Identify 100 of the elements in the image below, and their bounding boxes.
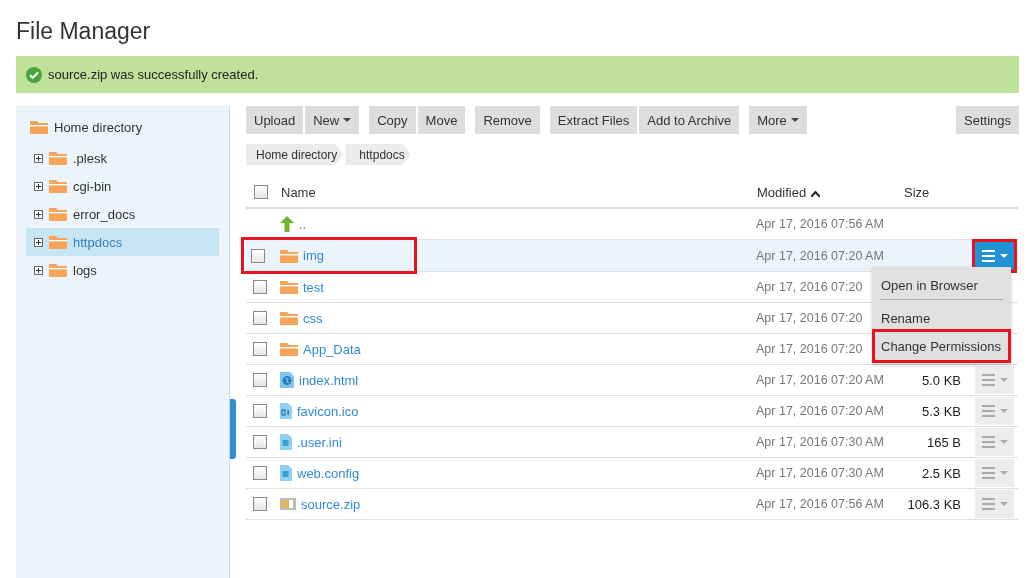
file-link[interactable]: .. <box>280 210 307 238</box>
file-link[interactable]: App_Data <box>280 335 361 363</box>
row-actions-button[interactable] <box>975 428 1014 456</box>
folder-icon <box>280 311 298 325</box>
row-actions-button[interactable] <box>975 241 1014 270</box>
folder-icon <box>280 342 298 356</box>
modified-date: Apr 17, 2016 07:20 AM <box>756 404 884 418</box>
modified-date: Apr 17, 2016 07:20 AM <box>756 373 884 387</box>
file-link[interactable]: test <box>280 273 324 301</box>
modified-date: Apr 17, 2016 07:56 AM <box>756 497 884 511</box>
toolbar-button[interactable]: More <box>749 106 807 134</box>
caret-icon <box>999 440 1008 444</box>
banner-message: source.zip was successfully created. <box>48 67 259 82</box>
caret-icon <box>999 409 1008 413</box>
caret-icon <box>999 378 1008 382</box>
row-actions-button[interactable] <box>975 490 1014 518</box>
check-circle-icon <box>26 66 42 83</box>
row-checkbox[interactable] <box>253 404 267 418</box>
toolbar-button[interactable]: New <box>305 106 360 134</box>
file-link[interactable]: css <box>280 304 323 332</box>
modified-date: Apr 17, 2016 07:56 AM <box>756 217 884 231</box>
row-checkbox[interactable] <box>251 249 265 263</box>
file-size: 2.5 KB <box>921 465 961 481</box>
caret-icon <box>999 253 1008 258</box>
file-link[interactable]: .user.ini <box>280 428 342 456</box>
folder-icon <box>280 280 298 294</box>
modified-date: Apr 17, 2016 07:20 AM <box>756 248 884 263</box>
menu-icon <box>981 249 995 262</box>
menu-icon <box>981 374 995 386</box>
folder-icon <box>49 235 67 249</box>
menu-item[interactable]: Change Permissions <box>875 332 1008 360</box>
tree-root-label: Home directory <box>54 119 143 135</box>
toolbar-button[interactable]: Upload <box>246 106 304 134</box>
file-link[interactable]: web.config <box>280 459 360 487</box>
row-checkbox[interactable] <box>253 342 267 356</box>
file-link[interactable]: favicon.ico <box>280 397 359 425</box>
up-arrow-icon <box>280 216 294 232</box>
file-icon <box>280 434 292 450</box>
file-link[interactable]: source.zip <box>280 490 361 518</box>
file-size: 106.3 KB <box>907 496 961 512</box>
menu-icon <box>981 405 995 417</box>
row-actions-button[interactable] <box>975 397 1014 425</box>
folder-icon <box>49 207 67 221</box>
expand-icon[interactable] <box>34 181 43 191</box>
tree-item[interactable]: logs <box>26 256 219 284</box>
row-checkbox[interactable] <box>253 373 267 387</box>
select-all-checkbox[interactable] <box>254 185 268 199</box>
folder-icon <box>49 179 67 193</box>
toolbar-button[interactable]: Move <box>417 106 466 134</box>
page-title: File Manager <box>16 17 152 46</box>
menu-icon <box>981 467 995 479</box>
modified-date: Apr 17, 2016 07:20 <box>756 342 863 356</box>
folder-icon <box>30 120 48 134</box>
breadcrumb-item[interactable]: Home directory <box>246 144 344 165</box>
file-size: 5.0 KB <box>921 372 961 388</box>
row-checkbox[interactable] <box>253 497 267 511</box>
folder-icon <box>49 263 67 277</box>
tree-item[interactable]: error_docs <box>26 200 219 228</box>
row-checkbox[interactable] <box>253 280 267 294</box>
menu-icon <box>981 498 995 510</box>
modified-date: Apr 17, 2016 07:20 <box>756 311 863 325</box>
file-link[interactable]: index.html <box>280 366 359 394</box>
column-header[interactable]: Name <box>281 184 316 200</box>
folder-icon <box>280 248 298 263</box>
toolbar-button[interactable]: Extract Files <box>549 106 638 134</box>
expand-icon[interactable] <box>34 153 43 163</box>
menu-item[interactable]: Rename <box>875 304 1008 332</box>
toolbar-button[interactable]: Copy <box>369 106 416 134</box>
file-size: 5.3 KB <box>921 403 961 419</box>
caret-icon <box>999 502 1008 506</box>
row-checkbox[interactable] <box>253 466 267 480</box>
file-icon <box>280 465 292 481</box>
tree-item[interactable]: cgi-bin <box>26 172 219 200</box>
expand-icon[interactable] <box>34 209 43 219</box>
modified-date: Apr 17, 2016 07:20 <box>756 280 863 294</box>
row-actions-button[interactable] <box>975 459 1014 487</box>
globe-file-icon <box>280 372 294 388</box>
sort-ascending-icon <box>811 190 821 197</box>
folder-icon <box>49 151 67 165</box>
archive-icon <box>280 497 296 511</box>
collapse-handle[interactable] <box>230 399 236 459</box>
binary-file-icon <box>280 403 292 419</box>
column-header[interactable]: Modified <box>757 184 807 200</box>
row-checkbox[interactable] <box>253 435 267 449</box>
row-actions-button[interactable] <box>975 366 1014 394</box>
caret-icon <box>999 471 1008 475</box>
toolbar-button[interactable]: Remove <box>475 106 540 134</box>
menu-item[interactable]: Open in Browser <box>875 271 1008 299</box>
column-header[interactable]: Size <box>904 184 930 200</box>
file-size: 165 B <box>927 434 961 450</box>
breadcrumb-item[interactable]: httpdocs <box>345 144 411 165</box>
settings-button[interactable]: Settings <box>956 106 1019 134</box>
modified-date: Apr 17, 2016 07:30 AM <box>756 435 884 449</box>
tree-item[interactable]: .plesk <box>26 144 219 172</box>
menu-icon <box>981 436 995 448</box>
modified-date: Apr 17, 2016 07:30 AM <box>756 466 884 480</box>
expand-icon[interactable] <box>34 265 43 275</box>
toolbar-button[interactable]: Add to Archive <box>639 106 740 134</box>
row-checkbox[interactable] <box>253 311 267 325</box>
expand-icon[interactable] <box>34 237 43 247</box>
